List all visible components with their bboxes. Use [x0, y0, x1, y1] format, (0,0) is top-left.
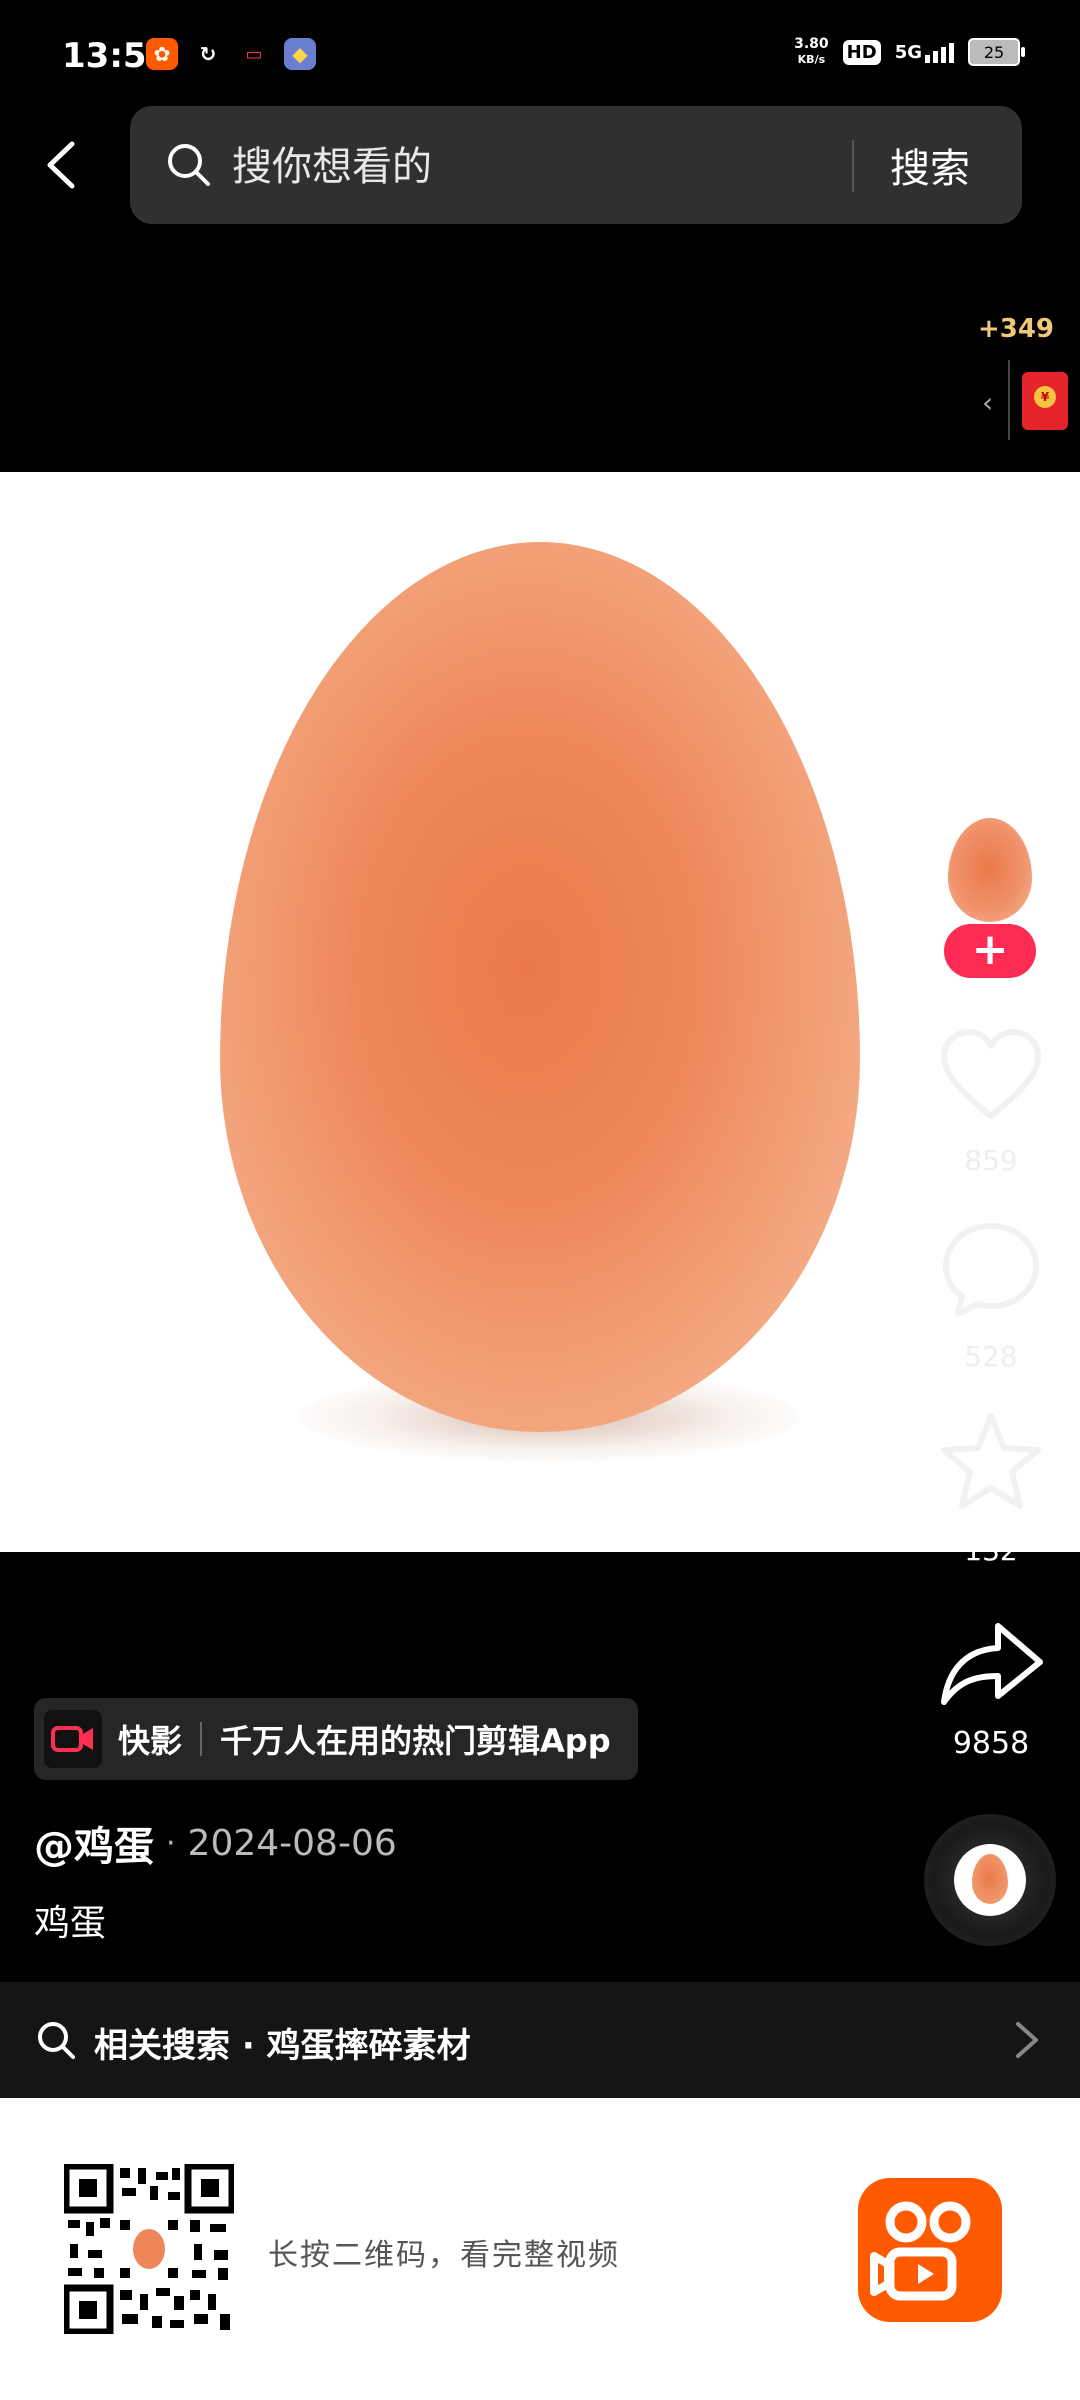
- comment-icon[interactable]: [936, 1216, 1046, 1326]
- status-indicators: 3.80 KB/s HD 5G 25: [794, 36, 1025, 68]
- heart-icon[interactable]: [936, 1022, 1046, 1132]
- footer: 长按二维码，看完整视频: [0, 2098, 1080, 2400]
- net-speed-value: 3.80: [794, 36, 829, 52]
- back-button[interactable]: [38, 140, 88, 190]
- post-date: 2024-08-06: [187, 1822, 397, 1864]
- status-bar: 13:52 ✿ ↻ ▭ ◆ 3.80 KB/s HD 5G 25: [0, 0, 1080, 100]
- music-disc[interactable]: [924, 1814, 1056, 1946]
- search-icon: [38, 2022, 75, 2059]
- footer-hint: 长按二维码，看完整视频: [268, 2238, 620, 2273]
- follow-button[interactable]: +: [944, 924, 1036, 978]
- reward-count: +349: [977, 314, 1054, 344]
- like-count: 859: [964, 1144, 1018, 1177]
- battery-icon: 25: [968, 38, 1025, 66]
- search-icon: [168, 144, 210, 186]
- qr-code-icon[interactable]: [64, 2164, 234, 2334]
- related-search-bar[interactable]: 相关搜索 · 鸡蛋摔碎素材: [0, 1982, 1080, 2098]
- notification-icons: ✿ ↻ ▭ ◆: [146, 38, 316, 70]
- author-name[interactable]: @鸡蛋: [34, 1814, 154, 1872]
- chevron-left-icon[interactable]: ‹: [982, 386, 993, 419]
- video-caption: 鸡蛋: [34, 1903, 107, 1944]
- search-bar[interactable]: 搜索: [130, 106, 1022, 224]
- ad-banner[interactable]: 快影 千万人在用的热门剪辑App: [34, 1698, 638, 1780]
- author-line: @鸡蛋 · 2024-08-06: [34, 1814, 397, 1872]
- red-packet-icon[interactable]: ¥: [1022, 372, 1068, 430]
- reward-divider: [1008, 360, 1010, 440]
- egg-image: [220, 542, 860, 1432]
- share-count: 9858: [952, 1726, 1030, 1761]
- star-icon[interactable]: [936, 1408, 1046, 1518]
- video-player[interactable]: [0, 472, 1080, 1552]
- ad-text: 千万人在用的热门剪辑App: [220, 1722, 611, 1760]
- net-speed-unit: KB/s: [797, 53, 826, 66]
- kuaishou-logo-icon: [858, 2178, 1002, 2322]
- separator-dot: ·: [166, 1825, 176, 1861]
- share-icon[interactable]: [936, 1610, 1046, 1720]
- battery-level: 25: [983, 42, 1005, 62]
- chevron-right-icon: [1016, 2022, 1038, 2058]
- ad-brand: 快影: [118, 1722, 183, 1760]
- signal-icon: 5G: [895, 42, 954, 63]
- comment-count: 528: [964, 1340, 1018, 1373]
- back-arrow-icon: [47, 141, 75, 189]
- hd-badge: HD: [842, 39, 881, 65]
- search-button[interactable]: 搜索: [890, 136, 970, 194]
- video-app-icon: ▭: [245, 43, 263, 65]
- search-divider: [852, 140, 854, 192]
- ad-divider: [200, 1722, 203, 1756]
- kuaiying-logo-icon: [44, 1710, 102, 1768]
- kuaishou-app-icon: ✿: [146, 38, 178, 70]
- net-speed: 3.80 KB/s: [794, 36, 829, 68]
- collect-count: 132: [964, 1534, 1018, 1567]
- related-search-label: 相关搜索 · 鸡蛋摔碎素材: [94, 2026, 471, 2066]
- game-app-icon: ◆: [284, 38, 316, 70]
- search-input[interactable]: [230, 136, 794, 198]
- network-type: 5G: [894, 41, 922, 63]
- author-avatar[interactable]: [948, 818, 1032, 924]
- swirl-app-icon: ↻: [199, 42, 217, 66]
